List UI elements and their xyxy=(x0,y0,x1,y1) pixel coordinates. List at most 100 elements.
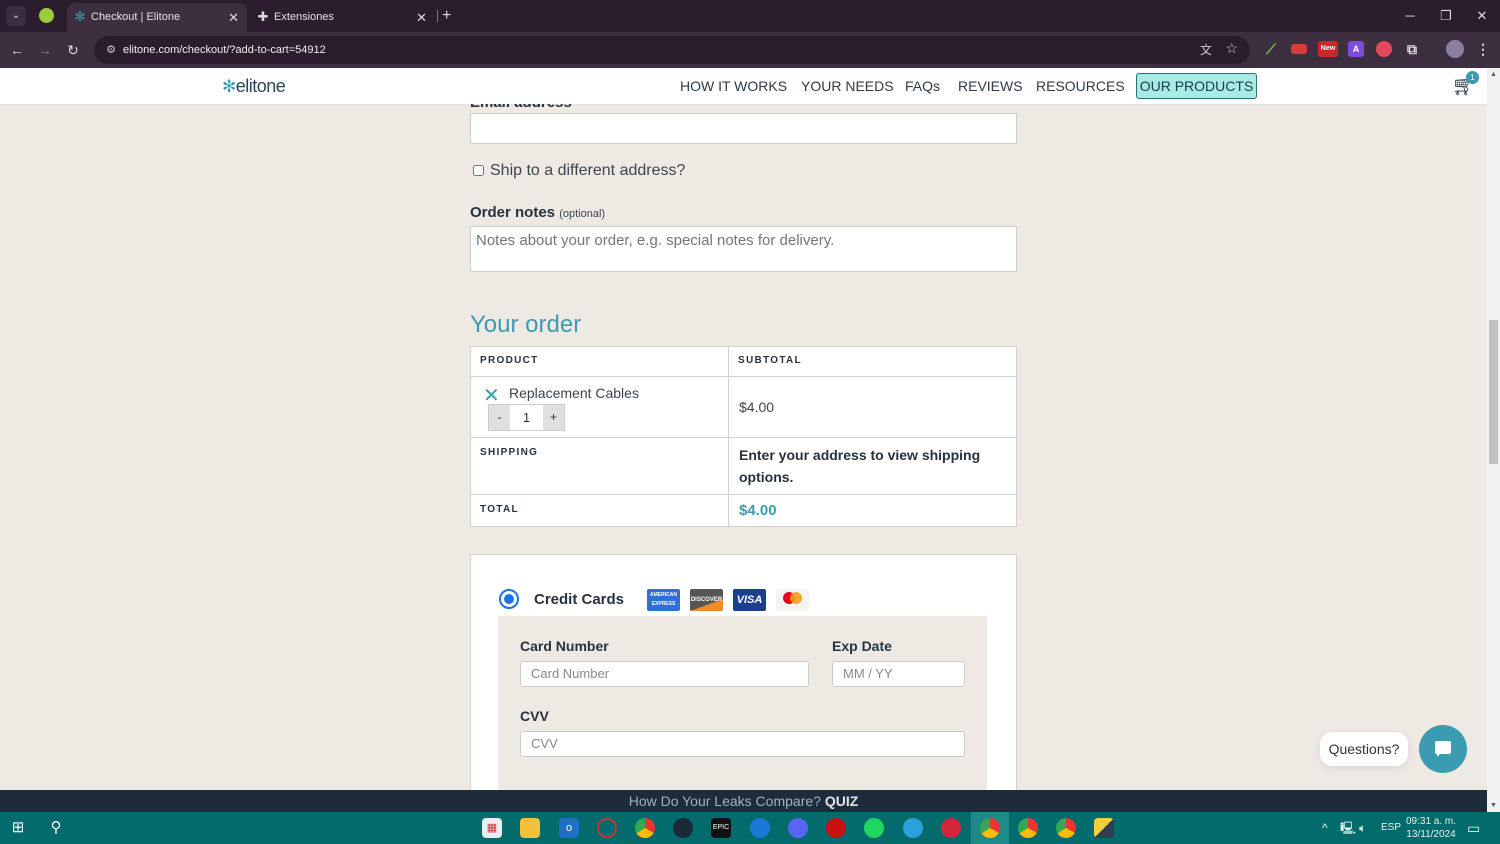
tab-group-icon[interactable] xyxy=(39,8,54,23)
windows-start-icon[interactable]: ⊞ xyxy=(8,818,28,838)
discord-icon[interactable] xyxy=(788,818,808,838)
ship-different-address[interactable]: Ship to a different address? xyxy=(473,162,685,180)
cart-count-badge: 1 xyxy=(1466,71,1479,84)
order-notes-label: Order notes (optional) xyxy=(470,204,605,221)
extensions-puzzle-icon[interactable]: ⧉ xyxy=(1404,41,1420,57)
qty-input[interactable]: 1 xyxy=(510,405,543,430)
nav-your-needs[interactable]: YOUR NEEDS xyxy=(801,68,894,104)
new-extension-icon[interactable]: New xyxy=(1318,41,1338,57)
chat-button[interactable] xyxy=(1419,725,1467,773)
outlook-icon[interactable]: o xyxy=(559,818,579,838)
red-extension-icon[interactable] xyxy=(1291,44,1307,54)
discover-icon: DISCOVER xyxy=(690,589,723,611)
search-icon[interactable]: ⚲ xyxy=(46,818,66,838)
telegram-icon[interactable] xyxy=(903,818,923,838)
page-scrollbar[interactable]: ▲ ▼ xyxy=(1487,68,1500,812)
scroll-down-arrow[interactable]: ▼ xyxy=(1490,802,1497,809)
translate-icon[interactable]: 文 xyxy=(1200,41,1212,58)
opera-icon[interactable] xyxy=(597,818,617,838)
spotify-icon[interactable] xyxy=(864,818,884,838)
cvv-field[interactable]: CVV xyxy=(520,731,965,757)
exp-date-label: Exp Date xyxy=(832,638,892,654)
browser-toolbar: ← → ↻ ⚙ elitone.com/checkout/?add-to-car… xyxy=(0,32,1500,68)
total-value: $4.00 xyxy=(728,494,1017,527)
chrome-profile-3-icon[interactable] xyxy=(1056,818,1076,838)
site-info-icon[interactable]: ⚙ xyxy=(102,41,120,59)
questions-bubble[interactable]: Questions? xyxy=(1320,732,1408,766)
close-tab-icon[interactable]: ✕ xyxy=(416,3,427,32)
battlenet-icon[interactable] xyxy=(750,818,770,838)
system-clock[interactable]: 09:31 a. m. 13/11/2024 xyxy=(1406,815,1456,841)
quiz-link[interactable]: QUIZ xyxy=(825,793,858,809)
remove-item-icon[interactable]: ✕ xyxy=(483,386,500,406)
snowflake-icon: ✻ xyxy=(222,77,236,96)
order-notes-field[interactable] xyxy=(470,226,1017,272)
nav-resources[interactable]: RESOURCES xyxy=(1036,68,1125,104)
shipping-label: SHIPPING xyxy=(470,437,729,495)
chrome-profile-1-icon[interactable] xyxy=(980,818,1000,838)
steam-icon[interactable] xyxy=(673,818,693,838)
credit-cards-label: Credit Cards xyxy=(534,591,625,608)
card-number-label: Card Number xyxy=(520,638,609,654)
email-label: Email address xyxy=(470,104,572,111)
tab-title: Checkout | Elitone xyxy=(91,11,181,23)
notifications-icon[interactable]: ▭ xyxy=(1467,812,1480,844)
language-indicator[interactable]: ESP xyxy=(1381,812,1401,844)
qty-minus-button[interactable]: - xyxy=(489,405,510,430)
game-app-icon[interactable] xyxy=(826,818,846,838)
our-products-button[interactable]: OUR PRODUCTS xyxy=(1136,73,1257,99)
forward-button[interactable]: → xyxy=(35,40,55,60)
chrome-icon[interactable] xyxy=(635,818,655,838)
exp-date-field[interactable]: MM / YY xyxy=(832,661,965,687)
nav-faqs[interactable]: FAQs xyxy=(905,68,940,104)
card-fields: Card Number Card Number Exp Date MM / YY… xyxy=(498,616,987,790)
total-row: TOTAL $4.00 xyxy=(470,494,1017,527)
close-tab-icon[interactable]: ✕ xyxy=(228,3,239,32)
network-icon[interactable]: 🖳︎ xyxy=(1340,812,1356,844)
python-icon[interactable] xyxy=(1094,818,1114,838)
chrome-profile-2-icon[interactable] xyxy=(1018,818,1038,838)
close-window-button[interactable]: ✕ xyxy=(1464,0,1500,32)
scrollbar-thumb[interactable] xyxy=(1489,320,1498,464)
tab-checkout[interactable]: ✻ Checkout | Elitone ✕ xyxy=(67,3,247,32)
bookmark-star-icon[interactable]: ☆ xyxy=(1225,40,1238,57)
microsoft-store-icon[interactable]: ▦ xyxy=(482,818,502,838)
volume-icon[interactable]: 🔈︎ xyxy=(1359,812,1366,844)
menu-kebab-icon[interactable]: ⋮ xyxy=(1475,41,1491,57)
stripe-extension-icon[interactable] xyxy=(1376,41,1392,57)
green-extension-icon[interactable]: ⟋ xyxy=(1263,41,1279,57)
file-explorer-icon[interactable] xyxy=(520,818,540,838)
scroll-up-arrow[interactable]: ▲ xyxy=(1490,71,1497,78)
restore-button[interactable]: ❐ xyxy=(1428,0,1464,32)
quantity-stepper: - 1 + xyxy=(488,404,565,431)
tab-title: Extensiones xyxy=(274,11,334,23)
puzzle-icon: ✚ xyxy=(257,9,269,24)
product-column-header: PRODUCT xyxy=(470,346,729,377)
card-number-field[interactable]: Card Number xyxy=(520,661,809,687)
elitone-logo[interactable]: ✻elitone xyxy=(222,76,286,97)
minimize-button[interactable]: ─ xyxy=(1392,0,1428,32)
url-text[interactable]: elitone.com/checkout/?add-to-cart=54912 xyxy=(123,36,326,64)
ship-different-checkbox[interactable] xyxy=(473,165,484,176)
ship-different-label: Ship to a different address? xyxy=(490,162,686,179)
epic-games-icon[interactable]: EPIC xyxy=(711,818,731,838)
red-app-icon[interactable] xyxy=(941,818,961,838)
tab-search-button[interactable]: ⌄ xyxy=(6,6,26,26)
nav-how-it-works[interactable]: HOW IT WORKS xyxy=(680,68,787,104)
show-hidden-icons[interactable]: ^ xyxy=(1322,812,1328,844)
email-field[interactable] xyxy=(470,113,1017,144)
profile-avatar[interactable] xyxy=(1446,40,1464,58)
nav-reviews[interactable]: REVIEWS xyxy=(958,68,1023,104)
address-bar[interactable]: ⚙ elitone.com/checkout/?add-to-cart=5491… xyxy=(94,36,1250,64)
tab-extensions[interactable]: ✚ Extensiones ✕ xyxy=(250,3,435,32)
product-name: Replacement Cables xyxy=(509,385,639,401)
reload-button[interactable]: ↻ xyxy=(63,40,83,60)
new-tab-button[interactable]: + xyxy=(442,6,451,26)
a-extension-icon[interactable]: A xyxy=(1348,41,1364,57)
clock-time: 09:31 a. m. xyxy=(1406,816,1457,827)
back-button[interactable]: ← xyxy=(7,40,27,60)
credit-card-radio[interactable] xyxy=(499,589,519,609)
shipping-row: SHIPPING Enter your address to view ship… xyxy=(470,437,1017,495)
promo-banner[interactable]: How Do Your Leaks Compare? QUIZ xyxy=(0,790,1487,812)
qty-plus-button[interactable]: + xyxy=(543,405,564,430)
